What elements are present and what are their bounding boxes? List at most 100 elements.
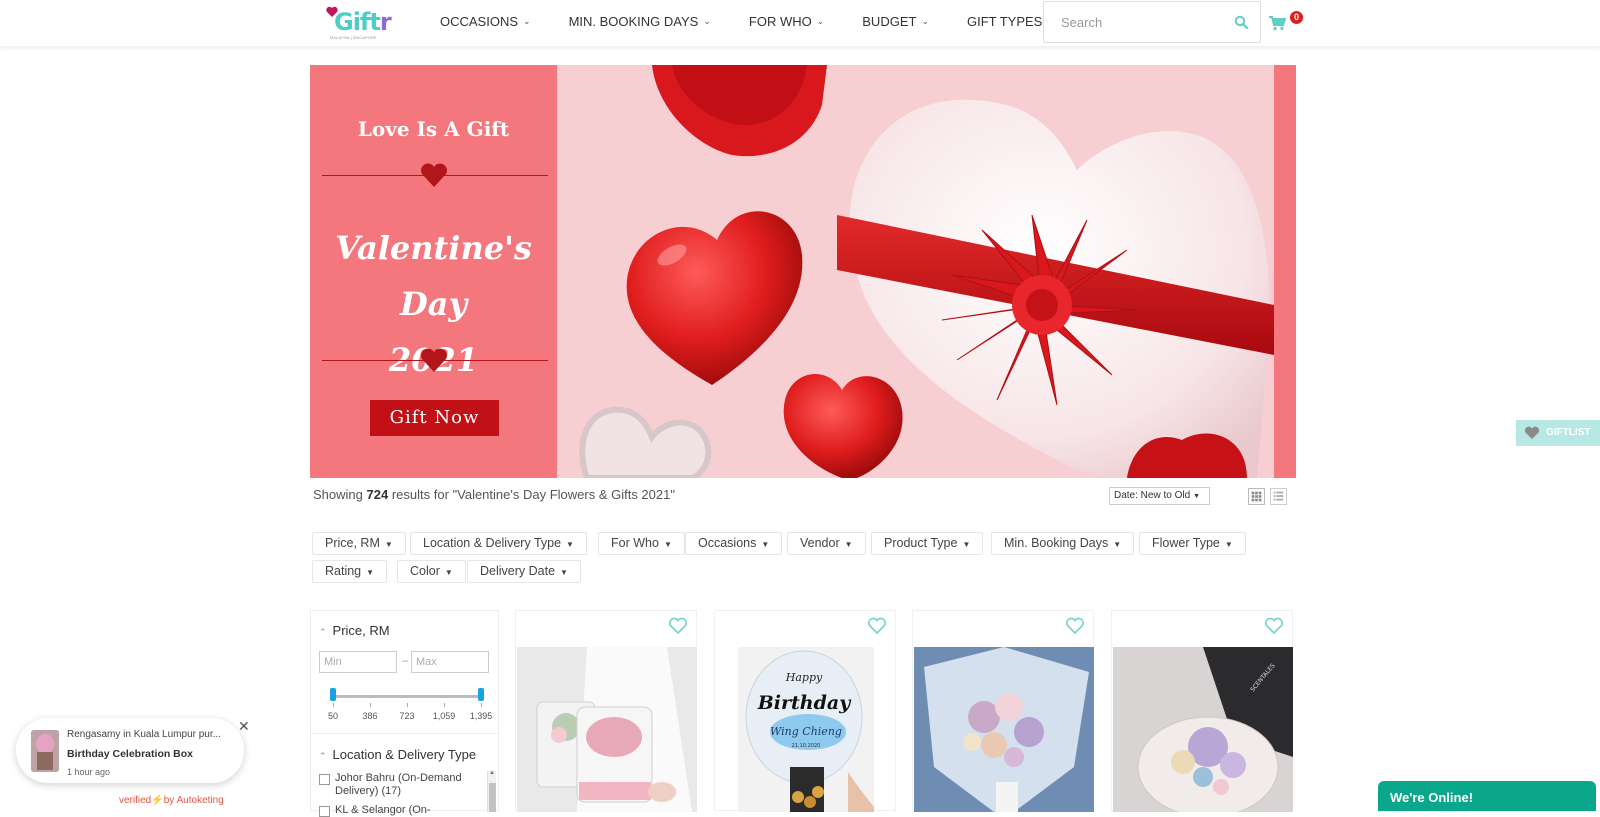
nav-label: FOR WHO [748,13,812,29]
wishlist-heart-icon[interactable] [1264,617,1284,635]
caret-down-icon: ▼ [366,568,375,577]
location-checkbox[interactable] [319,806,330,817]
slider-tick [481,703,482,707]
search-input[interactable] [1044,2,1214,42]
product-card[interactable]: SCENTALES [1111,610,1293,812]
slider-tick [333,703,334,707]
results-count: 724 [366,487,389,502]
chip-label: Flower Type [1152,536,1220,550]
product-image-bouquet [914,647,1094,812]
nav-label: MIN. BOOKING DAYS [568,13,699,29]
banner-tagline: Love Is A Gift [357,117,510,141]
slider-tick [444,703,445,707]
filter-chip-price[interactable]: Price, RM ▼ [312,532,406,555]
verified-by-text: by Autoketing [163,795,224,806]
heart-icon [1524,426,1540,439]
main-nav: OCCASIONS ⌄ MIN. BOOKING DAYS ⌄ FOR WHO ⌄ B… [440,0,1093,42]
banner-right-strip [1274,65,1296,478]
scrollbar-thumb[interactable] [489,783,496,812]
chevron-down-icon: ⌄ [921,15,929,26]
nav-occasions[interactable]: OCCASIONS ⌄ [440,14,531,29]
product-card[interactable] [515,610,697,812]
hero-banner[interactable]: Love Is A Gift Valentine's Day 2021 Gift… [310,65,1296,478]
price-max-input[interactable] [411,651,489,673]
caret-down-icon: ▼ [444,568,453,577]
filter-chip-occasions[interactable]: Occasions ▼ [685,532,783,555]
filter-chip-rating[interactable]: Rating ▼ [312,560,388,583]
site-header: Giftr MALAYSIA | SINGAPORE OCCASIONS ⌄ MI… [0,0,1600,46]
caret-down-icon: ▼ [844,540,853,549]
grid-view-icon[interactable] [1248,488,1265,505]
caret-down-icon: ▼ [1193,493,1201,500]
search-icon[interactable] [1234,15,1248,29]
sidebar-divider [311,733,498,734]
chevron-down-icon: ⌄ [703,15,711,26]
banner-text-panel: Love Is A Gift Valentine's Day 2021 Gift… [310,65,557,478]
chip-label: Price, RM [325,536,380,550]
notification-product-name[interactable]: Birthday Celebration Box [67,748,193,760]
price-slider-fill [333,695,481,698]
gift-now-button[interactable]: Gift Now [370,400,499,436]
price-min-input[interactable] [319,651,397,673]
wishlist-heart-icon[interactable] [668,617,688,635]
notification-time: 1 hour ago [67,767,111,777]
slider-tick-label: 723 [399,711,415,721]
verified-text: verified [119,795,152,806]
chip-label: Min. Booking Days [1004,536,1109,550]
filter-chip-for-who[interactable]: For Who ▼ [598,532,685,555]
product-image-balloon: Happy Birthday Wing Chieng 21.10.2020 [738,647,874,812]
price-slider-track[interactable] [333,695,481,698]
caret-down-icon: ▼ [761,540,770,549]
filter-chip-location[interactable]: Location & Delivery Type ▼ [410,532,587,555]
balloon-happy-text: Happy [785,671,823,684]
heart-icon [421,348,447,372]
slider-tick [370,703,371,707]
filter-chip-vendor[interactable]: Vendor ▼ [787,532,866,555]
filter-chip-color[interactable]: Color ▼ [397,560,466,583]
product-card[interactable]: Happy Birthday Wing Chieng 21.10.2020 [714,610,896,812]
nav-label: OCCASIONS [440,13,519,29]
lightning-icon: ⚡ [151,795,164,806]
close-icon[interactable]: ✕ [238,718,250,735]
location-filter-heading[interactable]: ⌃ Location & Delivery Type [319,747,476,762]
filter-chip-min-booking-days[interactable]: Min. Booking Days ▼ [991,532,1135,555]
wishlist-heart-icon[interactable] [1065,617,1085,635]
chip-label: Delivery Date [480,564,556,578]
giftlist-tab[interactable]: GIFTLIST [1516,420,1600,446]
chip-label: Occasions [698,536,757,550]
location-list-scrollbar[interactable]: ▲ [487,770,496,812]
product-card[interactable] [912,610,1094,812]
filter-chip-product-type[interactable]: Product Type ▼ [871,532,984,555]
sort-select[interactable]: Date: New to Old ▼ [1109,487,1210,505]
notification-product-thumbnail [31,730,59,772]
filter-chip-flower-type[interactable]: Flower Type ▼ [1139,532,1246,555]
logo-text: Giftr [334,8,392,36]
slider-tick-label: 1,059 [432,711,456,721]
wishlist-heart-icon[interactable] [867,617,887,635]
nav-for-who[interactable]: FOR WHO ⌄ [749,14,824,29]
nav-min-booking-days[interactable]: MIN. BOOKING DAYS ⌄ [569,14,711,29]
slider-tick [407,703,408,707]
chip-label: Product Type [884,536,958,550]
cart-icon[interactable] [1268,15,1286,31]
slider-tick-label: 50 [327,711,339,721]
location-checkbox[interactable] [319,774,330,785]
price-filter-heading[interactable]: ⌃ Price, RM [319,623,390,638]
chevron-up-icon: ⌃ [319,751,327,761]
verified-by-autoketing[interactable]: verified⚡by Autoketing [119,795,224,806]
notification-buyer-text: Rengasamy in Kuala Lumpur pur... [67,729,221,740]
nav-gift-types[interactable]: GIFT TYPES⌄ [967,14,1055,29]
live-chat-widget[interactable]: We're Online! [1378,781,1596,811]
nav-label: BUDGET [862,13,917,29]
nav-budget[interactable]: BUDGET ⌄ [862,14,929,29]
price-slider-min-handle[interactable] [330,688,336,701]
scroll-up-icon: ▲ [489,770,495,776]
price-slider-max-handle[interactable] [478,688,484,701]
results-prefix: Showing [313,487,363,502]
purchase-notification[interactable]: Rengasamy in Kuala Lumpur pur... Birthda… [16,718,250,783]
site-logo[interactable]: Giftr MALAYSIA | SINGAPORE [326,4,392,40]
filter-chip-delivery-date[interactable]: Delivery Date ▼ [467,560,581,583]
logo-subtitle: MALAYSIA | SINGAPORE [330,35,377,40]
list-view-icon[interactable] [1270,488,1287,505]
logo-text-accent: r [379,8,392,36]
